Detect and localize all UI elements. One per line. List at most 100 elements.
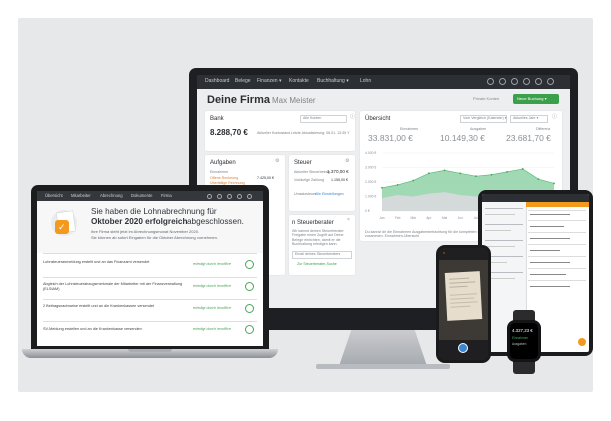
list-item: Abgleich der Lohnsteuerabzugsmerkmale de… bbox=[43, 281, 257, 297]
list-item-text: Abgleich der Lohnsteuerabzugsmerkmale de… bbox=[43, 282, 183, 291]
close-icon[interactable]: × bbox=[347, 218, 350, 223]
page-subtitle: Max Meister bbox=[272, 96, 316, 105]
income-point[interactable] bbox=[396, 184, 399, 186]
list-item-text: Lohnsteueranmeldung erstellt und an das … bbox=[43, 260, 150, 264]
advisor-title: n Steuerberater bbox=[292, 220, 334, 226]
list-item-text: SV-Meldung erstellen und an die Krankenk… bbox=[43, 327, 142, 331]
tasks-title: Aufgaben bbox=[210, 160, 236, 166]
income-value: 33.831,00 € bbox=[368, 133, 413, 143]
bank-update-note: Letzte Aktualisierung: 06.01. 13:35 Y bbox=[291, 131, 350, 135]
help-icon[interactable] bbox=[511, 78, 518, 85]
advisor-email-input[interactable]: Email deines Steuerberaters bbox=[292, 251, 352, 259]
phone-camera-view: × bbox=[439, 248, 488, 360]
capture-button[interactable] bbox=[458, 343, 468, 353]
advisor-search-link[interactable]: Zur Steuerberater-Suche bbox=[297, 262, 337, 267]
y-tick-label: 1.000 € bbox=[365, 195, 376, 199]
account-select[interactable]: Alle Konten bbox=[300, 115, 347, 123]
gear-icon[interactable] bbox=[535, 78, 542, 85]
help-icon[interactable] bbox=[227, 193, 232, 199]
tasks-section: Einnahmen bbox=[210, 170, 229, 174]
check-circle-icon bbox=[245, 304, 254, 313]
income-point[interactable] bbox=[381, 186, 383, 189]
advisor-card: n Steuerberater × Wir kannst deinen Steu… bbox=[289, 215, 355, 275]
user-icon[interactable] bbox=[247, 193, 252, 199]
income-point[interactable] bbox=[506, 170, 508, 173]
nav-belege[interactable]: Belege bbox=[235, 79, 251, 84]
gear-icon[interactable]: ⚙ bbox=[345, 159, 349, 164]
monitor-foot bbox=[316, 364, 450, 369]
check-circle-icon bbox=[245, 282, 254, 291]
laptop-notch bbox=[128, 349, 172, 352]
income-point[interactable] bbox=[553, 182, 555, 185]
success-headline-1: Sie haben die Lohnabrechnung für bbox=[91, 207, 217, 216]
nav-kontakte[interactable]: Kontakte bbox=[289, 79, 309, 84]
tax-settings-link[interactable]: Alle Einstellungen bbox=[315, 192, 344, 197]
bank-card: Bank Alle Konten ⓘ 8.288,70 € Aktueller … bbox=[205, 111, 355, 151]
x-tick-label: Feb bbox=[395, 216, 401, 220]
income-point[interactable] bbox=[459, 172, 462, 175]
tax-row-label-2: Vorläufige Zahlung bbox=[294, 178, 324, 182]
tax-row-label-1: Aktueller Steuerbetrag bbox=[294, 170, 330, 174]
advisor-text: Wir kannst deinen Steuerberater Freigabe… bbox=[292, 229, 344, 246]
heart-icon[interactable] bbox=[207, 193, 212, 199]
user-icon[interactable] bbox=[547, 78, 554, 85]
tablet-add-button[interactable] bbox=[578, 338, 586, 346]
tablet-list bbox=[528, 210, 586, 330]
check-badge-icon: ✓ bbox=[55, 220, 69, 234]
gear-icon[interactable]: ⚙ bbox=[275, 159, 279, 164]
list-item-status: erledigt durch lexoffice bbox=[193, 306, 231, 310]
income-point[interactable] bbox=[521, 168, 524, 170]
nav-dashboard[interactable]: Dashboard bbox=[205, 79, 229, 84]
nav-finanzen[interactable]: Finanzen ▾ bbox=[257, 79, 281, 84]
gear-icon[interactable] bbox=[237, 193, 242, 199]
income-point[interactable] bbox=[443, 169, 446, 172]
x-tick-label: Mär bbox=[411, 216, 417, 220]
checkmark-icon: ✓ bbox=[58, 222, 66, 232]
income-point[interactable] bbox=[428, 172, 430, 175]
x-tick-label: Jan bbox=[379, 216, 384, 220]
income-point[interactable] bbox=[537, 178, 540, 180]
nav-documents[interactable]: Dokumente bbox=[131, 193, 152, 198]
search-icon[interactable] bbox=[523, 78, 530, 85]
scanned-document bbox=[444, 271, 483, 321]
x-tick-label: Jun bbox=[458, 216, 463, 220]
year-select-value: Aktuelles Jahr ▾ bbox=[513, 116, 539, 120]
income-point[interactable] bbox=[412, 179, 415, 182]
account-select-value: Alle Konten bbox=[303, 116, 322, 120]
nav-overview[interactable]: Übersicht bbox=[45, 193, 63, 198]
overview-title: Übersicht bbox=[365, 116, 391, 122]
upload-icon[interactable] bbox=[499, 78, 506, 85]
list-item-status: erledigt durch lexoffice bbox=[193, 284, 231, 288]
nav-employees[interactable]: Mitarbeiter bbox=[71, 193, 91, 198]
check-circle-icon bbox=[245, 325, 254, 334]
product-stage: Dashboard Belege Finanzen ▾ Kontakte Buc… bbox=[18, 18, 593, 392]
close-icon[interactable]: × bbox=[443, 251, 445, 255]
task-open-invoice-value: 7.425,00 € bbox=[257, 176, 274, 180]
phone-device: × bbox=[436, 245, 491, 363]
comparison-select[interactable]: Vom Vergleich (Kalender) ▾ bbox=[460, 115, 507, 123]
nav-buchhaltung[interactable]: Buchhaltung ▾ bbox=[317, 79, 349, 84]
difference-label: Differenz bbox=[536, 127, 551, 131]
expense-value: 10.149,30 € bbox=[440, 133, 485, 143]
bank-title: Bank bbox=[210, 116, 224, 122]
income-point[interactable] bbox=[474, 175, 477, 178]
nav-company[interactable]: Firma bbox=[161, 193, 172, 198]
new-booking-label: Neue Buchung ▾ bbox=[517, 96, 547, 101]
info-icon[interactable]: ⓘ bbox=[350, 115, 355, 120]
nav-payroll[interactable]: Abrechnung bbox=[100, 193, 123, 198]
list-item-text: 2 Beitragsnachweise erstellt und an die … bbox=[43, 304, 155, 308]
tax-row-value-1: 1.370,00 € bbox=[327, 169, 349, 174]
payroll-nav: Übersicht Mitarbeiter Abrechnung Dokumen… bbox=[37, 191, 263, 201]
private-accounts-toggle[interactable]: Private Konten bbox=[473, 97, 499, 101]
upload-icon[interactable] bbox=[217, 193, 222, 199]
new-booking-button[interactable]: Neue Buchung ▾ bbox=[513, 94, 559, 104]
year-select[interactable]: Aktuelles Jahr ▾ bbox=[510, 115, 548, 123]
laptop-screen: Übersicht Mitarbeiter Abrechnung Dokumen… bbox=[37, 191, 263, 346]
heart-icon[interactable] bbox=[487, 78, 494, 85]
success-line-2: Sie können ab sofort Eingaben für die Ok… bbox=[91, 235, 218, 240]
y-tick-label: 4.000 € bbox=[365, 151, 376, 155]
nav-lohn[interactable]: Lohn bbox=[360, 79, 371, 84]
income-point[interactable] bbox=[490, 173, 493, 176]
watch-amount: 4.327,23 € bbox=[512, 328, 533, 333]
info-icon[interactable]: ⓘ bbox=[552, 115, 557, 120]
